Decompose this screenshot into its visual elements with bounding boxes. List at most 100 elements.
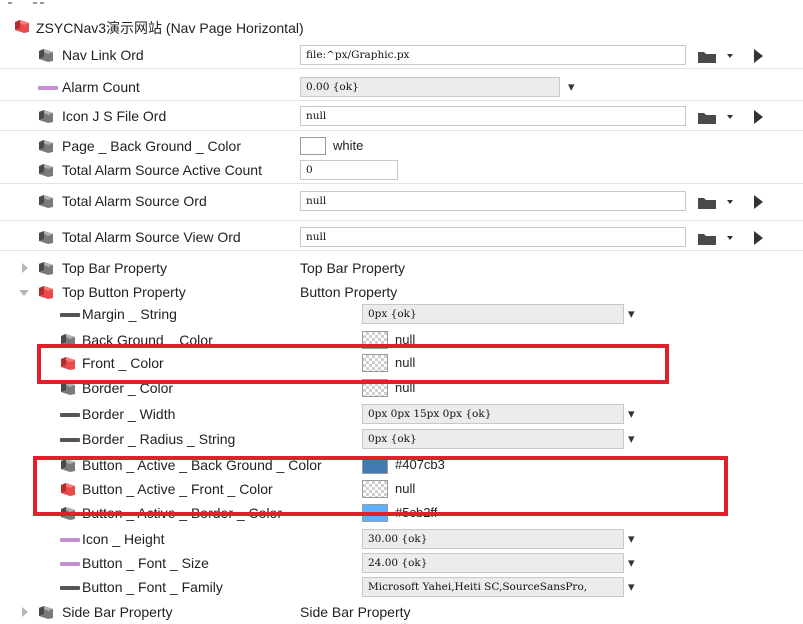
root-label: ZSYCNav3演示网站 (Nav Page Horizontal) xyxy=(36,20,304,36)
margin-string-field[interactable]: 0px {ok} xyxy=(362,304,624,324)
expand-arrow-icon[interactable] xyxy=(22,607,28,617)
slot-icon xyxy=(38,163,54,178)
status-menu-icon[interactable]: ▾ xyxy=(628,555,635,571)
slot-icon xyxy=(38,139,54,154)
string-slot-icon xyxy=(60,407,80,422)
play-icon[interactable] xyxy=(754,195,763,209)
border-radius-string-field[interactable]: 0px {ok} xyxy=(362,429,624,449)
top-bar-label: Top Bar Property xyxy=(62,260,168,276)
slot-icon xyxy=(38,230,54,245)
property-label: Border _ Width xyxy=(82,406,176,422)
play-icon[interactable] xyxy=(754,49,763,63)
property-label: Page _ Back Ground _ Color xyxy=(62,138,241,154)
dropdown-caret-icon[interactable] xyxy=(727,54,733,58)
property-row-icon-js-file-ord[interactable]: Icon J S File Ord null xyxy=(0,106,803,128)
dropdown-caret-icon[interactable] xyxy=(727,236,733,240)
slot-icon xyxy=(38,261,54,276)
property-row-total-alarm-source-ord[interactable]: Total Alarm Source Ord null xyxy=(0,191,803,213)
numeric-slot-icon xyxy=(60,556,80,571)
play-icon[interactable] xyxy=(754,231,763,245)
string-slot-icon xyxy=(60,432,80,447)
row-separator xyxy=(0,183,803,184)
property-label: Total Alarm Source View Ord xyxy=(62,229,241,245)
status-menu-icon[interactable]: ▾ xyxy=(628,406,635,422)
button-font-family-field[interactable]: Microsoft Yahei,Heiti SC,SourceSansPro, xyxy=(362,577,624,597)
side-bar-value: Side Bar Property xyxy=(300,604,411,620)
icon-height-field[interactable]: 30.00 {ok} xyxy=(362,529,624,549)
row-separator xyxy=(0,250,803,251)
top-button-label: Top Button Property xyxy=(62,284,186,300)
status-menu-icon[interactable]: ▾ xyxy=(628,579,635,595)
string-slot-icon xyxy=(60,580,80,595)
property-row-icon-height[interactable]: Icon _ Height 30.00 {ok} ▾ xyxy=(0,529,803,551)
alarm-count-field[interactable]: 0.00 {ok} xyxy=(300,77,560,97)
status-menu-icon[interactable]: ▾ xyxy=(628,531,635,547)
tree-root-row[interactable]: ZSYCNav3演示网站 (Nav Page Horizontal) xyxy=(0,16,803,38)
folder-icon[interactable] xyxy=(698,111,716,124)
total-alarm-source-active-count-field[interactable]: 0 xyxy=(300,160,398,180)
property-label: Alarm Count xyxy=(62,79,140,95)
highlight-box-button-active xyxy=(33,456,728,516)
property-label: Icon J S File Ord xyxy=(62,108,167,124)
color-swatch[interactable] xyxy=(300,137,326,155)
property-label: Total Alarm Source Ord xyxy=(62,193,207,209)
slot-icon xyxy=(38,48,54,63)
tree-node-top-bar[interactable]: Top Bar Property Top Bar Property xyxy=(0,258,803,280)
slot-icon xyxy=(38,194,54,209)
property-label: Icon _ Height xyxy=(82,531,165,547)
row-separator xyxy=(0,220,803,221)
property-label: Border _ Radius _ String xyxy=(82,431,236,447)
border-width-field[interactable]: 0px 0px 15px 0px {ok} xyxy=(362,404,624,424)
slot-icon xyxy=(38,109,54,124)
slot-icon xyxy=(38,605,54,620)
red-slot-icon xyxy=(38,285,54,300)
property-row-border-width[interactable]: Border _ Width 0px 0px 15px 0px {ok} ▾ xyxy=(0,404,803,426)
total-alarm-source-view-ord-field[interactable]: null xyxy=(300,227,686,247)
folder-icon[interactable] xyxy=(698,50,716,63)
play-icon[interactable] xyxy=(754,110,763,124)
tree-node-top-button[interactable]: Top Button Property Button Property xyxy=(0,282,803,304)
property-label: Total Alarm Source Active Count xyxy=(62,162,262,178)
property-label: Nav Link Ord xyxy=(62,47,144,63)
dropdown-caret-icon[interactable] xyxy=(727,115,733,119)
row-separator xyxy=(0,130,803,131)
component-icon xyxy=(14,19,30,34)
folder-icon[interactable] xyxy=(698,196,716,209)
property-row-nav-link-ord[interactable]: Nav Link Ord file:^px/Graphic.px xyxy=(0,45,803,67)
numeric-slot-icon xyxy=(38,80,58,95)
top-partial-strip xyxy=(0,0,803,12)
highlight-box-front-color xyxy=(37,344,669,384)
property-row-margin-string[interactable]: Margin _ String 0px {ok} ▾ xyxy=(0,304,803,326)
partial-glyph xyxy=(8,2,12,4)
property-row-button-font-family[interactable]: Button _ Font _ Family Microsoft Yahei,He… xyxy=(0,577,803,599)
nav-link-ord-field[interactable]: file:^px/Graphic.px xyxy=(300,45,686,65)
status-menu-icon[interactable]: ▾ xyxy=(628,431,635,447)
collapse-arrow-icon[interactable] xyxy=(19,290,29,296)
color-value-text: white xyxy=(333,138,364,153)
expand-arrow-icon[interactable] xyxy=(22,263,28,273)
button-font-size-field[interactable]: 24.00 {ok} xyxy=(362,553,624,573)
row-separator xyxy=(0,100,803,101)
total-alarm-source-ord-field[interactable]: null xyxy=(300,191,686,211)
string-slot-icon xyxy=(60,307,80,322)
row-separator xyxy=(0,68,803,69)
property-label: Button _ Font _ Family xyxy=(82,579,223,595)
top-bar-value: Top Bar Property xyxy=(300,260,406,276)
property-row-alarm-count[interactable]: Alarm Count 0.00 {ok} ▾ xyxy=(0,77,803,99)
partial-glyph xyxy=(33,2,37,4)
property-row-total-alarm-source-active-count[interactable]: Total Alarm Source Active Count 0 xyxy=(0,160,803,182)
status-menu-icon[interactable]: ▾ xyxy=(628,306,635,322)
top-button-value: Button Property xyxy=(300,284,398,300)
side-bar-label: Side Bar Property xyxy=(62,604,173,620)
property-row-page-background-color[interactable]: Page _ Back Ground _ Color white xyxy=(0,136,803,158)
property-row-total-alarm-source-view-ord[interactable]: Total Alarm Source View Ord null xyxy=(0,227,803,249)
property-row-border-radius-string[interactable]: Border _ Radius _ String 0px {ok} ▾ xyxy=(0,429,803,451)
folder-icon[interactable] xyxy=(698,232,716,245)
property-row-button-font-size[interactable]: Button _ Font _ Size 24.00 {ok} ▾ xyxy=(0,553,803,575)
property-label: Margin _ String xyxy=(82,306,177,322)
dropdown-caret-icon[interactable] xyxy=(727,200,733,204)
property-label: Button _ Font _ Size xyxy=(82,555,209,571)
status-menu-icon[interactable]: ▾ xyxy=(568,79,575,95)
icon-js-file-ord-field[interactable]: null xyxy=(300,106,686,126)
numeric-slot-icon xyxy=(60,532,80,547)
